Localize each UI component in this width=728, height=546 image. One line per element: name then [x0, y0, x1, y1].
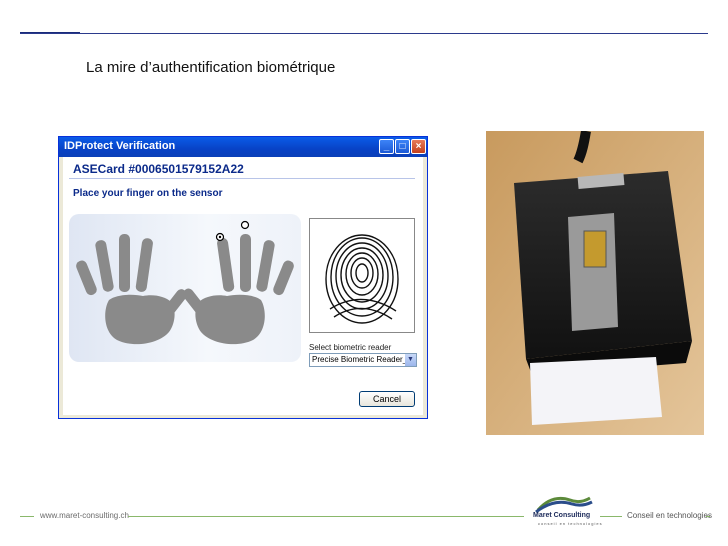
fingerprint-reader-photo	[486, 131, 704, 435]
maximize-button[interactable]: □	[395, 139, 410, 154]
left-index-finger	[135, 238, 153, 292]
reader-label: Select biometric reader	[309, 343, 392, 352]
fingerprint-reader-photo-drawing	[486, 131, 704, 435]
fingerprint-preview	[309, 218, 415, 333]
reader-select[interactable]: Precise Biometric Reader_0 ▼	[309, 353, 417, 367]
right-ring-finger	[256, 240, 275, 292]
cancel-button[interactable]: Cancel	[359, 391, 415, 407]
instruction-text: Place your finger on the sensor	[73, 188, 223, 199]
hand-selection-panel	[69, 214, 301, 362]
footer-line	[600, 516, 622, 517]
footer-url[interactable]: www.maret-consulting.ch	[40, 511, 129, 520]
close-button[interactable]: ×	[411, 139, 426, 154]
left-middle-finger	[119, 234, 130, 292]
slide-title: La mire d’authentification biométrique	[86, 59, 336, 76]
header-separator	[69, 178, 415, 179]
footer-line	[706, 516, 710, 517]
fingerprint-icon	[325, 234, 399, 324]
reader-selected-value: Precise Biometric Reader_0	[312, 355, 412, 364]
footer-line	[20, 516, 34, 517]
right-little-finger	[273, 260, 294, 296]
dialog-body: ASECard #0006501579152A22 Place your fin…	[63, 157, 423, 415]
logo-company-name: Maret Consulting	[533, 512, 591, 519]
right-index-finger	[217, 238, 235, 292]
card-id-text: ASECard #0006501579152A22	[73, 162, 244, 176]
right-middle-finger	[240, 234, 251, 292]
dialog-title: IDProtect Verification	[64, 140, 176, 152]
idprotect-dialog: IDProtect Verification _ □ × ASECard #00…	[58, 136, 428, 419]
footer-line	[128, 516, 524, 517]
minimize-button[interactable]: _	[379, 139, 394, 154]
dialog-titlebar: IDProtect Verification _ □ ×	[59, 137, 427, 157]
left-little-finger	[76, 260, 97, 296]
chevron-down-icon[interactable]: ▼	[405, 354, 416, 366]
header-line	[20, 33, 708, 34]
logo-tagline: conseil en technologies	[538, 521, 603, 526]
finger-selected-marker-icon	[240, 220, 250, 230]
hand-silhouette-icon	[76, 220, 294, 345]
left-ring-finger	[95, 240, 114, 292]
footer-right-text: Conseil en technologies	[627, 511, 712, 520]
